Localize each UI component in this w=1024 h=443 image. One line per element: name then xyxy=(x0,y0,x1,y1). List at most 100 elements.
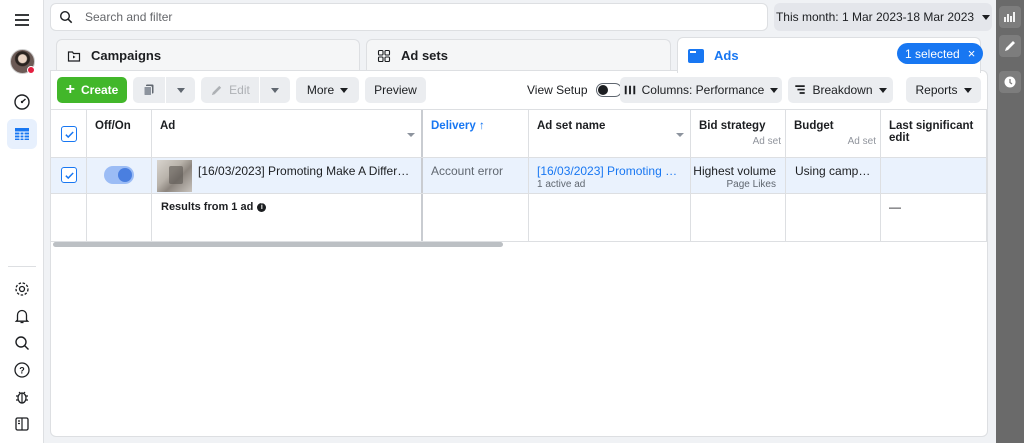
chevron-down-icon xyxy=(963,87,972,93)
bug-report-icon[interactable] xyxy=(7,382,37,412)
breakdown-icon xyxy=(795,85,806,94)
columns-icon xyxy=(624,85,635,95)
duplicate-dropdown-button[interactable] xyxy=(166,77,195,103)
tab-campaigns[interactable]: Campaigns xyxy=(56,39,360,71)
summary-empty-cell xyxy=(691,194,786,241)
edit-dropdown-button[interactable] xyxy=(260,77,290,103)
search-icon[interactable] xyxy=(7,328,37,358)
chevron-down-icon xyxy=(176,87,185,93)
close-icon[interactable]: × xyxy=(968,47,976,60)
view-setup-toggle[interactable]: View Setup xyxy=(527,77,622,103)
ad-icon xyxy=(688,48,704,63)
selected-count: 1 selected xyxy=(905,46,960,61)
info-icon[interactable]: i xyxy=(257,202,267,212)
search-input[interactable] xyxy=(85,10,685,24)
column-header-delivery-label: Delivery ↑ xyxy=(431,120,485,132)
side-panel-icon[interactable] xyxy=(7,409,37,439)
column-header-off-on[interactable]: Off/On xyxy=(87,110,152,157)
preview-button[interactable]: Preview xyxy=(365,77,426,103)
tab-ad-sets-label: Ad sets xyxy=(401,48,448,63)
last-edit-summary: — xyxy=(889,200,901,214)
menu-icon[interactable] xyxy=(7,5,37,35)
notification-dot xyxy=(27,66,35,74)
edit-button[interactable]: Edit xyxy=(201,77,259,103)
view-setup-switch[interactable] xyxy=(595,83,622,97)
history-clock-icon[interactable] xyxy=(999,71,1021,93)
bid-strategy-cell: Highest volume Page Likes xyxy=(691,158,786,193)
ad-set-link[interactable]: [16/03/2023] Promoting Make A Difference xyxy=(537,164,685,178)
dashboard-icon[interactable] xyxy=(7,87,37,117)
column-header-off-on-label: Off/On xyxy=(95,120,131,132)
sort-caret-icon[interactable] xyxy=(407,133,415,137)
chevron-down-icon xyxy=(271,87,279,93)
tab-campaigns-label: Campaigns xyxy=(91,48,162,63)
column-header-delivery[interactable]: Delivery ↑ xyxy=(423,110,529,157)
breakdown-label: Breakdown xyxy=(812,83,873,97)
summary-empty-cell xyxy=(529,194,691,241)
column-header-last-edit-label: Last significant edit xyxy=(889,120,974,144)
date-range-picker[interactable]: This month: 1 Mar 2023-18 Mar 2023 xyxy=(774,3,992,31)
search-filter-bar[interactable] xyxy=(50,3,768,31)
bell-icon[interactable] xyxy=(7,301,37,331)
right-rail xyxy=(996,0,1024,443)
row-select-cell xyxy=(51,158,87,193)
ad-thumbnail xyxy=(157,160,192,192)
nav-divider xyxy=(8,266,36,267)
results-summary: Results from 1 ad i xyxy=(161,201,267,213)
sort-caret-icon[interactable] xyxy=(676,133,684,137)
plus-icon: + xyxy=(65,81,75,98)
chevron-down-icon xyxy=(982,14,991,20)
horizontal-scrollbar[interactable] xyxy=(53,242,503,247)
duplicate-button[interactable] xyxy=(133,77,165,103)
columns-button[interactable]: Columns: Performance xyxy=(620,77,782,103)
off-on-cell xyxy=(87,158,152,193)
column-header-ad-set-name[interactable]: Ad set name xyxy=(529,110,691,157)
reports-button[interactable]: Reports xyxy=(906,77,981,103)
chart-icon[interactable] xyxy=(999,6,1021,28)
settings-gear-icon[interactable] xyxy=(7,274,37,304)
column-header-budget-label: Budget xyxy=(794,120,834,132)
check-icon xyxy=(64,131,74,138)
breakdown-button[interactable]: Breakdown xyxy=(788,77,893,103)
budget-value: Using campaign budget xyxy=(795,164,875,178)
create-label: Create xyxy=(80,83,119,97)
ad-cell[interactable]: [16/03/2023] Promoting Make A Difference… xyxy=(152,158,423,193)
reports-label: Reports xyxy=(915,83,958,97)
summary-results-cell: Results from 1 ad i xyxy=(152,194,423,241)
left-navigation: ? xyxy=(0,0,44,443)
column-header-ad-set-name-label: Ad set name xyxy=(537,120,606,132)
columns-label: Columns: Performance xyxy=(641,83,765,97)
budget-cell: Using campaign budget xyxy=(786,158,881,193)
delivery-status: Account error xyxy=(431,164,504,178)
pencil-edit-icon[interactable] xyxy=(999,35,1021,57)
selection-pill[interactable]: 1 selected × xyxy=(897,43,984,64)
chevron-down-icon xyxy=(340,87,349,93)
ad-name[interactable]: [16/03/2023] Promoting Make A Difference… xyxy=(198,164,413,178)
column-header-ad[interactable]: Ad xyxy=(152,110,423,157)
summary-empty-cell xyxy=(51,194,87,241)
more-label: More xyxy=(306,83,335,97)
tab-ad-sets[interactable]: Ad sets xyxy=(366,39,671,71)
date-range-label: This month: 1 Mar 2023-18 Mar 2023 xyxy=(775,10,975,24)
more-button[interactable]: More xyxy=(296,77,359,103)
row-checkbox[interactable] xyxy=(61,167,77,183)
view-setup-label: View Setup xyxy=(527,83,588,97)
tab-ads-label: Ads xyxy=(714,48,739,63)
column-header-last-edit[interactable]: Last significant edit xyxy=(881,110,987,157)
chevron-down-icon xyxy=(878,87,887,93)
ad-status-toggle[interactable] xyxy=(104,166,134,184)
column-header-bid-strategy[interactable]: Bid strategy Ad set xyxy=(691,110,786,157)
ad-set-name-cell: [16/03/2023] Promoting Make A Difference… xyxy=(529,158,691,193)
summary-empty-cell xyxy=(87,194,152,241)
select-all-checkbox[interactable] xyxy=(61,126,77,142)
help-icon[interactable]: ? xyxy=(7,355,37,385)
grid-icon xyxy=(377,49,391,62)
column-header-budget[interactable]: Budget Ad set xyxy=(786,110,881,157)
folder-icon xyxy=(67,50,81,62)
delivery-cell: Account error xyxy=(423,158,529,193)
column-header-bid-strategy-sub: Ad set xyxy=(752,136,781,147)
create-button[interactable]: + Create xyxy=(57,77,127,103)
preview-label: Preview xyxy=(374,83,417,97)
table-row[interactable]: [16/03/2023] Promoting Make A Difference… xyxy=(51,158,987,194)
ads-manager-table-icon[interactable] xyxy=(7,119,37,149)
